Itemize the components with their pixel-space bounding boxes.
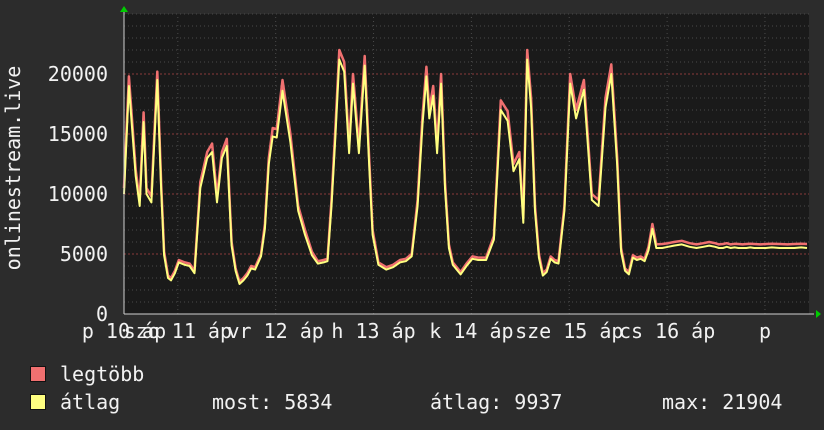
stat-average: átlag: 9937 xyxy=(430,390,563,414)
y-axis-label: onlinestream.live xyxy=(1,66,25,271)
x-tick-label: p xyxy=(759,319,771,343)
legend-swatch-max xyxy=(30,366,46,382)
stat-current: most: 5834 xyxy=(212,390,333,414)
y-tick-label: 5000 xyxy=(60,242,108,266)
y-tick-label: 20000 xyxy=(48,62,108,86)
chart-root: 0 5000 10000 15000 20000 p 10 áp szo 11 áp vr … xyxy=(0,0,824,430)
y-tick-labels: 05000100001500020000 xyxy=(48,62,108,326)
x-tick-label: cs 16 áp xyxy=(619,319,715,343)
stat-maximum: max: 21904 xyxy=(662,390,783,414)
legend-swatch-avg xyxy=(30,394,46,410)
x-tick-labels: p 10 ápszo 11 ápvr 12 áp h 13 áp k 14 áp sz… xyxy=(82,319,771,343)
legend-label-max: legtöbb xyxy=(60,362,145,386)
x-tick-label: szo 11 áp xyxy=(124,319,232,343)
legend-item-avg: átlag xyxy=(30,390,120,414)
x-tick-label: vr 12 áp xyxy=(228,319,324,343)
y-tick-label: 15000 xyxy=(48,122,108,146)
y-tick-label: 10000 xyxy=(48,182,108,206)
x-tick-label: h 13 áp xyxy=(331,319,415,343)
legend-label-avg: átlag xyxy=(60,390,121,414)
y-axis-arrow-icon xyxy=(120,6,128,12)
x-tick-label: k 14 áp xyxy=(429,319,513,343)
x-axis-arrow-icon xyxy=(816,310,821,318)
x-tick-label: sze 15 áp xyxy=(515,319,623,343)
legend-item-max: legtöbb xyxy=(30,362,144,386)
